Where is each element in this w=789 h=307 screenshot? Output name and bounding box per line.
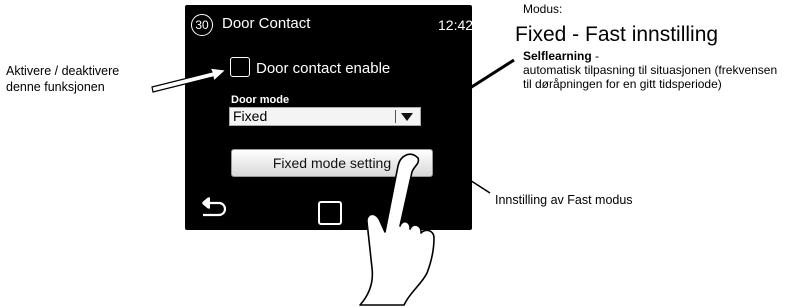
pointing-hand-icon	[359, 153, 435, 306]
modus-pointer-arrow-icon	[455, 58, 515, 97]
left-pointer-arrow-icon	[151, 67, 228, 93]
setting-pointer-arrow-icon	[450, 167, 491, 194]
